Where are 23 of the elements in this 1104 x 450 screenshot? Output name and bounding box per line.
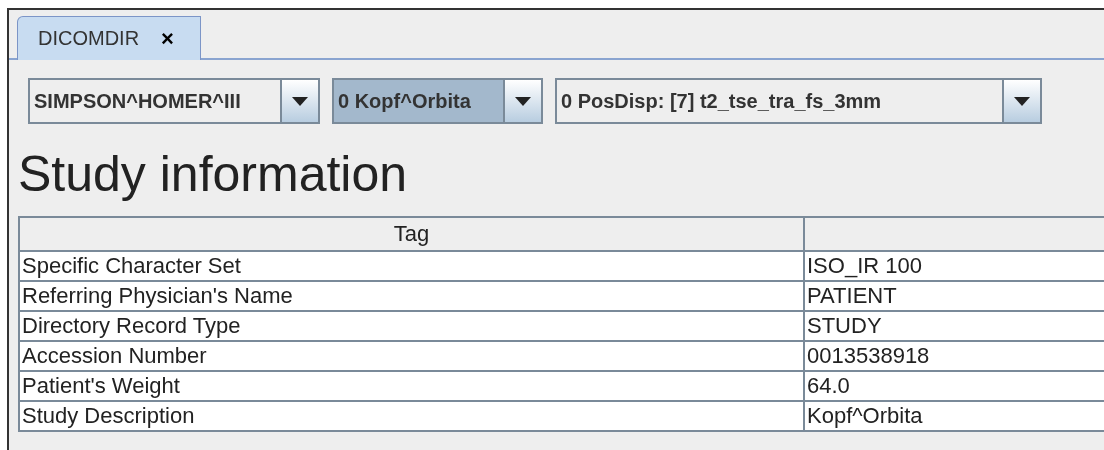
document-tab[interactable]: DICOMDIR × — [17, 16, 201, 60]
table-cell: Kopf^Orbita — [804, 401, 1104, 431]
table-cell: Study Description — [19, 401, 804, 431]
close-icon[interactable]: × — [161, 25, 174, 52]
table-cell: Referring Physician's Name — [19, 281, 804, 311]
caret-icon — [1014, 96, 1030, 106]
table-cell: 0013538918 — [804, 341, 1104, 371]
table-cell: Directory Record Type — [19, 311, 804, 341]
table-cell: 64.0 — [804, 371, 1104, 401]
section-heading: Study information — [18, 146, 409, 202]
column-header[interactable]: Tag — [19, 217, 804, 251]
caret-icon — [292, 96, 308, 106]
column-header[interactable] — [804, 217, 1104, 251]
dropdown[interactable]: 0 PosDisp: [7] t2_tse_tra_fs_3mm — [555, 78, 1042, 124]
table-cell: ISO_IR 100 — [804, 251, 1104, 281]
table-cell: Specific Character Set — [19, 251, 804, 281]
dropdown[interactable]: 0 Kopf^Orbita — [332, 78, 543, 124]
table-cell: Patient's Weight — [19, 371, 804, 401]
table-cell: STUDY — [804, 311, 1104, 341]
table-cell: PATIENT — [804, 281, 1104, 311]
table-cell: Accession Number — [19, 341, 804, 371]
caret-icon — [515, 96, 531, 106]
dropdown[interactable]: SIMPSON^HOMER^III — [28, 78, 320, 124]
